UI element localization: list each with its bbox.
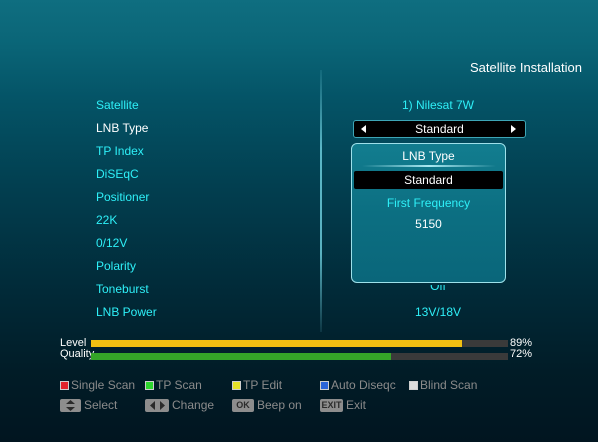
yellow-key-icon — [232, 380, 241, 390]
setting-value-satellite[interactable]: 1) Nilesat 7W — [350, 98, 526, 112]
hint-exit-label: Exit — [346, 398, 367, 412]
exit-key-icon: EXIT — [320, 398, 343, 412]
hint-auto-diseqc[interactable]: Auto Diseqc — [320, 378, 396, 392]
lnb-type-selector[interactable]: Standard — [353, 120, 526, 138]
column-divider — [320, 70, 322, 332]
setting-label-22k[interactable]: 22K — [96, 213, 117, 227]
level-bar — [91, 340, 508, 347]
green-key-icon — [145, 380, 154, 390]
arrow-left-icon[interactable] — [361, 125, 366, 133]
popup-divider — [362, 165, 496, 167]
setting-label-0-12v[interactable]: 0/12V — [96, 236, 127, 250]
hint-beep-on[interactable]: OK Beep on — [232, 398, 302, 412]
hint-exit[interactable]: EXIT Exit — [320, 398, 366, 412]
lnb-type-value: Standard — [415, 122, 464, 136]
quality-label: Quality — [60, 348, 95, 360]
setting-label-tp-index[interactable]: TP Index — [96, 144, 144, 158]
white-key-icon — [409, 380, 418, 390]
lnb-type-popup: LNB Type Standard First Frequency 5150 — [351, 143, 506, 283]
hint-change[interactable]: Change — [145, 398, 214, 412]
setting-label-positioner[interactable]: Positioner — [96, 190, 149, 204]
hint-tp-edit-label: TP Edit — [243, 378, 283, 392]
hint-tp-scan-label: TP Scan — [156, 378, 202, 392]
quality-bar — [91, 353, 508, 360]
left-right-arrows-icon — [145, 398, 169, 412]
hint-single-scan-label: Single Scan — [71, 378, 136, 392]
setting-label-satellite[interactable]: Satellite — [96, 98, 139, 112]
page-title: Satellite Installation — [469, 60, 582, 75]
quality-bar-fill — [91, 353, 392, 360]
hint-blind-scan[interactable]: Blind Scan — [409, 378, 477, 392]
satellite-installation-screen: Satellite Installation Satellite LNB Typ… — [0, 0, 598, 442]
setting-label-diseqc[interactable]: DiSEqC — [96, 167, 139, 181]
hint-beep-on-label: Beep on — [257, 398, 302, 412]
popup-selected-option[interactable]: Standard — [354, 171, 503, 189]
hint-blind-scan-label: Blind Scan — [420, 378, 478, 392]
setting-label-toneburst[interactable]: Toneburst — [96, 282, 149, 296]
arrow-right-icon[interactable] — [511, 125, 516, 133]
blue-key-icon — [320, 380, 329, 390]
hint-select[interactable]: Select — [60, 398, 117, 412]
setting-label-polarity[interactable]: Polarity — [96, 259, 136, 273]
hint-change-label: Change — [172, 398, 215, 412]
hint-select-label: Select — [84, 398, 118, 412]
level-bar-fill — [91, 340, 463, 347]
setting-label-lnb-power[interactable]: LNB Power — [96, 305, 157, 319]
hint-tp-edit[interactable]: TP Edit — [232, 378, 282, 392]
first-frequency-label[interactable]: First Frequency — [352, 196, 505, 210]
quality-percent: 72% — [510, 348, 533, 360]
hint-tp-scan[interactable]: TP Scan — [145, 378, 202, 392]
setting-value-lnb-power[interactable]: 13V/18V — [350, 305, 526, 319]
setting-label-lnb-type[interactable]: LNB Type — [96, 121, 148, 135]
up-down-arrows-icon — [60, 398, 81, 412]
red-key-icon — [60, 380, 69, 390]
ok-key-icon: OK — [232, 398, 254, 412]
hint-auto-diseqc-label: Auto Diseqc — [331, 378, 396, 392]
hint-single-scan[interactable]: Single Scan — [60, 378, 135, 392]
popup-title: LNB Type — [402, 149, 455, 163]
first-frequency-value[interactable]: 5150 — [352, 217, 505, 231]
